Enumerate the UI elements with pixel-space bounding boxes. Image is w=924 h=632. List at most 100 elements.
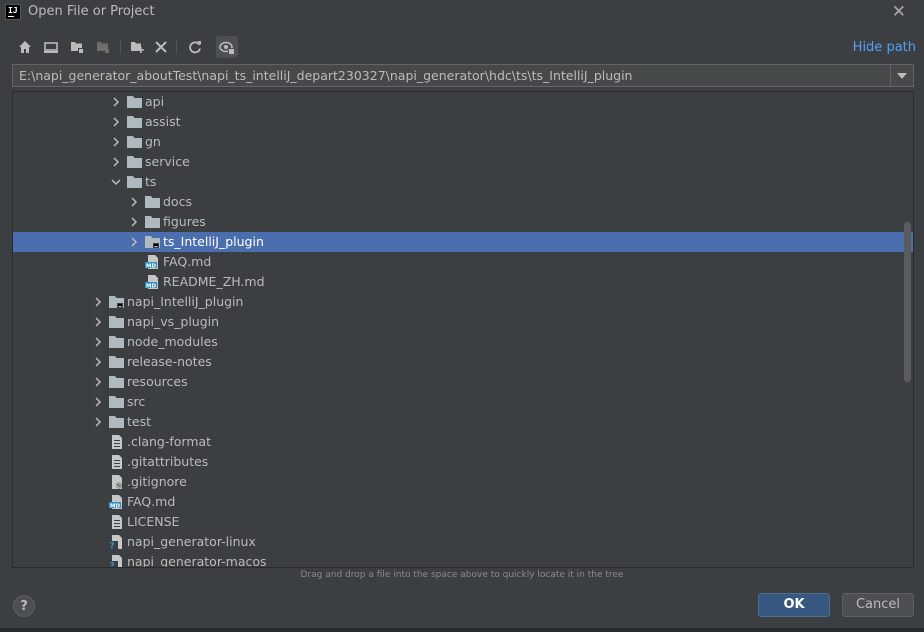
tree-row[interactable]: ts xyxy=(13,172,913,192)
unknown-file-icon: ? xyxy=(109,555,122,569)
tree-row-label: .clang-format xyxy=(127,434,212,449)
file-tree[interactable]: ? napi_generator-macos? napi_generator-lin… xyxy=(12,91,914,568)
tree-row[interactable]: service xyxy=(13,152,913,172)
close-icon[interactable]: ✕ xyxy=(892,2,906,22)
tree-row-label: src xyxy=(127,394,146,409)
delete-button[interactable] xyxy=(150,36,172,58)
text-file-icon xyxy=(112,455,122,469)
chevron-right-icon[interactable] xyxy=(91,295,105,309)
tree-row-label: README_ZH.md xyxy=(163,274,265,289)
tree-row[interactable]: release-notes xyxy=(13,352,913,372)
show-hidden-files-toggle[interactable] xyxy=(216,36,238,58)
chevron-right-icon[interactable] xyxy=(109,155,123,169)
chevron-right-icon[interactable] xyxy=(91,395,105,409)
tree-row-label: napi_generator-macos xyxy=(127,554,267,568)
folder-icon xyxy=(127,156,142,168)
tree-row-label: .gitignore xyxy=(127,474,187,489)
chevron-right-icon[interactable] xyxy=(91,415,105,429)
bottom-edge xyxy=(0,628,924,632)
chevron-right-icon[interactable] xyxy=(91,375,105,389)
tree-row-label: napi_vs_plugin xyxy=(127,314,220,329)
folder-icon xyxy=(109,356,124,368)
svg-text:?: ? xyxy=(110,542,115,550)
help-button[interactable]: ? xyxy=(13,595,35,617)
tree-scrollbar[interactable] xyxy=(904,222,911,382)
tree-row[interactable]: src xyxy=(13,392,913,412)
chevron-right-icon[interactable] xyxy=(91,315,105,329)
text-file-icon xyxy=(112,435,122,449)
gitignore-file-icon xyxy=(112,475,122,489)
intellij-logo-icon: IJ xyxy=(5,4,21,20)
home-icon xyxy=(19,41,31,53)
markdown-file-icon: MD xyxy=(145,255,158,269)
tree-row[interactable]: .clang-format xyxy=(13,432,913,452)
tree-row[interactable]: gn xyxy=(13,132,913,152)
folder-icon xyxy=(109,316,124,328)
tree-row-label: ts xyxy=(145,174,157,189)
toolbar xyxy=(12,36,312,58)
home-button[interactable] xyxy=(14,36,36,58)
tree-row-label: napi_generator-linux xyxy=(127,534,256,549)
folder-icon xyxy=(109,336,124,348)
tree-row[interactable]: MD README_ZH.md xyxy=(13,272,913,292)
module-folder-icon xyxy=(109,296,124,308)
folder-icon xyxy=(109,416,124,428)
tree-row[interactable]: assist xyxy=(13,112,913,132)
tree-row-label: napi_IntelliJ_plugin xyxy=(127,294,244,309)
tree-row-label: FAQ.md xyxy=(127,494,176,509)
tree-row[interactable]: LICENSE xyxy=(13,512,913,532)
tree-row[interactable]: napi_IntelliJ_plugin xyxy=(13,292,913,312)
hide-path-link[interactable]: Hide path xyxy=(853,40,916,55)
chevron-right-icon[interactable] xyxy=(91,335,105,349)
svg-text:MD: MD xyxy=(146,283,156,289)
toolbar-separator xyxy=(120,40,121,54)
path-field[interactable] xyxy=(12,64,914,87)
tree-row[interactable]: resources xyxy=(13,372,913,392)
tree-row[interactable]: test xyxy=(13,412,913,432)
tree-row-label: service xyxy=(145,154,190,169)
tree-row[interactable]: MD FAQ.md xyxy=(13,492,913,512)
folder-icon xyxy=(127,176,142,188)
chevron-right-icon[interactable] xyxy=(91,355,105,369)
cancel-button[interactable]: Cancel xyxy=(842,593,914,617)
chevron-right-icon[interactable] xyxy=(127,195,141,209)
tree-row-label: assist xyxy=(145,114,181,129)
ok-button[interactable]: OK xyxy=(758,593,830,617)
module-folder-icon xyxy=(97,42,109,53)
tree-row[interactable]: .gitattributes xyxy=(13,452,913,472)
chevron-down-icon[interactable] xyxy=(109,175,123,189)
desktop-button[interactable] xyxy=(40,36,62,58)
desktop-icon xyxy=(44,42,58,53)
chevron-right-icon[interactable] xyxy=(127,215,141,229)
show-hidden-icon xyxy=(219,41,234,54)
tree-row[interactable]: docs xyxy=(13,192,913,212)
toolbar-separator xyxy=(176,40,177,54)
svg-text:?: ? xyxy=(110,562,115,569)
tree-row-label: node_modules xyxy=(127,334,218,349)
path-input[interactable] xyxy=(13,65,885,86)
tree-row[interactable]: MD FAQ.md xyxy=(13,252,913,272)
tree-row[interactable]: node_modules xyxy=(13,332,913,352)
new-folder-button[interactable] xyxy=(126,36,148,58)
svg-text:MD: MD xyxy=(146,263,156,269)
path-history-dropdown[interactable] xyxy=(890,65,913,86)
refresh-button[interactable] xyxy=(184,36,206,58)
tree-row[interactable]: figures xyxy=(13,212,913,232)
tree-row[interactable]: ? napi_generator-linux xyxy=(13,532,913,552)
tree-row[interactable]: .gitignore xyxy=(13,472,913,492)
chevron-right-icon[interactable] xyxy=(109,115,123,129)
tree-row-selected[interactable]: ts_IntelliJ_plugin xyxy=(13,232,913,252)
tree-row-label: release-notes xyxy=(127,354,212,369)
chevron-right-icon[interactable] xyxy=(109,135,123,149)
chevron-right-icon[interactable] xyxy=(127,235,141,249)
project-folder-icon xyxy=(71,42,83,53)
project-folder-button[interactable] xyxy=(66,36,88,58)
module-folder-button[interactable] xyxy=(92,36,114,58)
chevron-right-icon[interactable] xyxy=(109,95,123,109)
drag-drop-hint: Drag and drop a file into the space abov… xyxy=(300,570,624,580)
tree-row[interactable]: ? napi_generator-macos xyxy=(13,552,913,569)
tree-row[interactable]: napi_vs_plugin xyxy=(13,312,913,332)
tree-row[interactable]: api xyxy=(13,92,913,112)
chevron-down-icon xyxy=(897,72,907,79)
tree-row-label: ts_IntelliJ_plugin xyxy=(163,234,264,249)
